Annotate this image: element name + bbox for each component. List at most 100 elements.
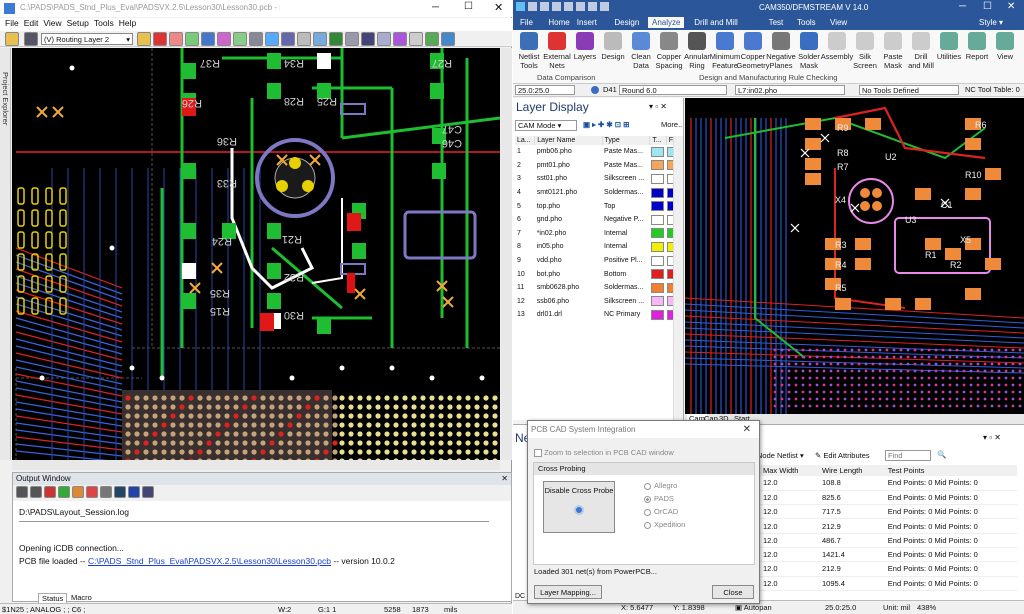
toolbar-icon-8[interactable] xyxy=(248,32,263,46)
minimize-button[interactable]: ─ xyxy=(959,1,966,12)
table-row[interactable]: 12.0 212.9 End Points: 0 Mid Points: 0 xyxy=(759,519,1017,534)
ribbon-btn-external-nets[interactable]: External Nets xyxy=(543,32,571,70)
layer-mapping-button[interactable]: Layer Mapping... xyxy=(534,585,602,599)
ribbon-btn-layers[interactable]: Layers xyxy=(571,32,599,61)
layer-row[interactable]: 7 *in02.pho Internal xyxy=(515,227,683,241)
layer-row[interactable]: 11 smb0628.pho Soldermas... xyxy=(515,281,683,295)
close-dialog-button[interactable]: Close xyxy=(712,585,754,599)
layer-combo[interactable]: L7:in02.pho xyxy=(735,85,845,95)
ribbon-btn-annular-ring[interactable]: Annular Ring xyxy=(683,32,711,70)
tools-combo[interactable]: No Tools Defined xyxy=(859,85,959,95)
layer-row[interactable]: 2 pmt01.pho Paste Mas... xyxy=(515,159,683,173)
minimize-button[interactable]: ─ xyxy=(432,2,439,13)
node-netlist-button[interactable]: Node Netlist ▾ xyxy=(757,451,804,460)
layer-panel-scroll[interactable] xyxy=(673,136,683,420)
tab-design[interactable]: Design xyxy=(610,17,643,28)
file-link[interactable]: C:\PADS_Stnd_Plus_Eval\PADSVX.2.5\Lesson… xyxy=(88,556,331,566)
toolbar-icon-16[interactable] xyxy=(376,32,391,46)
toolbar-icon-19[interactable] xyxy=(424,32,439,46)
forward-icon[interactable] xyxy=(30,486,42,498)
dialog-close-icon[interactable]: ✕ xyxy=(743,421,751,438)
maximize-button[interactable]: ☐ xyxy=(983,1,992,12)
layer-color-cell[interactable] xyxy=(650,254,666,268)
ribbon-btn-minimum-feature[interactable]: Minimum Feature xyxy=(710,32,740,70)
ribbon-btn-copper-spacing[interactable]: Copper Spacing xyxy=(655,32,683,70)
add-layer-icon[interactable]: ▣ ▸ ✚ ✱ ⊡ ⊞ xyxy=(583,120,629,129)
layer-color-cell[interactable] xyxy=(650,281,666,295)
toolbar-icon-3[interactable] xyxy=(168,32,183,46)
tab-tools[interactable]: Tools xyxy=(793,17,820,28)
pads-hscroll[interactable] xyxy=(12,460,500,470)
style-menu[interactable]: Style ▾ xyxy=(979,18,1003,27)
cam-canvas[interactable]: R9R8R7U2X4C1R3R4R5R1R2X5R6R10U3 xyxy=(685,98,1024,414)
layer-row[interactable]: 13 drl01.drl NC Primary xyxy=(515,308,683,322)
undo-icon[interactable] xyxy=(576,2,585,11)
layer-row[interactable]: 12 ssb06.pho Silkscreen ... xyxy=(515,295,683,309)
pads-vscroll[interactable] xyxy=(501,48,512,460)
edit-attributes-button[interactable]: ✎ Edit Attributes xyxy=(815,451,870,460)
save-icon[interactable] xyxy=(552,2,561,11)
table-row[interactable]: 12.0 212.9 End Points: 0 Mid Points: 0 xyxy=(759,562,1017,577)
search-icon[interactable]: 🔍 xyxy=(937,450,946,459)
disable-cross-probe-button[interactable]: Disable Cross Probe xyxy=(543,481,615,533)
toolbar-icon-14[interactable] xyxy=(344,32,359,46)
toolbar-icon-7[interactable] xyxy=(232,32,247,46)
app-icon[interactable] xyxy=(516,2,525,11)
layer-row[interactable]: 8 in05.pho Internal xyxy=(515,240,683,254)
zoom-combo[interactable]: 25.0:25.0 xyxy=(515,85,575,95)
zoom-selection-checkbox[interactable]: Zoom to selection in PCB CAD window xyxy=(534,448,674,458)
autopan-toggle[interactable]: ▣ Autopan xyxy=(735,603,772,612)
menu-item-setup[interactable]: Setup xyxy=(67,18,89,28)
tab-drill-and-mill[interactable]: Drill and Mill xyxy=(690,17,742,28)
toolbar-icon-17[interactable] xyxy=(392,32,407,46)
radio-allegro[interactable]: Allegro xyxy=(644,481,685,494)
table-row[interactable]: 12.0 825.6 End Points: 0 Mid Points: 0 xyxy=(759,490,1017,505)
toolbar-icon-13[interactable] xyxy=(328,32,343,46)
menu-item-help[interactable]: Help xyxy=(119,18,136,28)
dropdown-icon[interactable] xyxy=(600,2,609,11)
radio-orcad[interactable]: OrCAD xyxy=(644,507,685,520)
tab-insert[interactable]: Insert xyxy=(573,17,601,28)
panel-controls[interactable]: ▾ ▫ ✕ xyxy=(649,102,667,111)
tab-view[interactable]: View xyxy=(826,17,851,28)
print-icon[interactable] xyxy=(564,2,573,11)
panel-controls[interactable]: ▾ ▫ ✕ xyxy=(983,433,1001,442)
menu-item-file[interactable]: File xyxy=(5,18,19,28)
open-icon[interactable] xyxy=(540,2,549,11)
layer-row[interactable]: 9 vdd.pho Positive Pl... xyxy=(515,254,683,268)
layer-color-cell[interactable] xyxy=(650,213,666,227)
toolbar-icon-10[interactable] xyxy=(280,32,295,46)
toolbar-icon-12[interactable] xyxy=(312,32,327,46)
redo-icon[interactable] xyxy=(588,2,597,11)
layer-color-cell[interactable] xyxy=(650,186,666,200)
edit-icon[interactable] xyxy=(128,486,140,498)
toolbar-icon-5[interactable] xyxy=(200,32,215,46)
layer-color-cell[interactable] xyxy=(650,227,666,241)
layer-color-cell[interactable] xyxy=(650,240,666,254)
toolbar-icon-20[interactable] xyxy=(440,32,455,46)
toolbar-icon-6[interactable] xyxy=(216,32,231,46)
ribbon-btn-negative-planes[interactable]: Negative Planes xyxy=(766,32,796,70)
clear-icon[interactable] xyxy=(86,486,98,498)
toolbar-icon-2[interactable] xyxy=(152,32,167,46)
close-button[interactable]: ✕ xyxy=(1007,1,1015,12)
ribbon-btn-assembly[interactable]: Assembly xyxy=(821,32,853,61)
find-icon[interactable] xyxy=(114,486,126,498)
layer-row[interactable]: 4 smt0121.pho Soldermas... xyxy=(515,186,683,200)
back-icon[interactable] xyxy=(16,486,28,498)
table-row[interactable]: 12.0 108.8 End Points: 0 Mid Points: 0 xyxy=(759,476,1017,491)
tab-analyze[interactable]: Analyze xyxy=(648,17,685,28)
layer-color-cell[interactable] xyxy=(650,267,666,281)
toolbar-icon-9[interactable] xyxy=(264,32,279,46)
menu-item-edit[interactable]: Edit xyxy=(24,18,39,28)
ribbon-btn-view[interactable]: View xyxy=(991,32,1019,61)
close-button[interactable]: ✕ xyxy=(494,1,503,14)
toolbar-icon-1[interactable] xyxy=(136,32,151,46)
stop-icon[interactable] xyxy=(44,486,56,498)
table-row[interactable]: 12.0 717.5 End Points: 0 Mid Points: 0 xyxy=(759,505,1017,519)
toolbar-icon-4[interactable] xyxy=(184,32,199,46)
menu-item-tools[interactable]: Tools xyxy=(94,18,114,28)
aperture-combo[interactable]: Round 6.0 xyxy=(619,85,727,95)
toolbar-icon-18[interactable] xyxy=(408,32,423,46)
layer-row[interactable]: 10 bot.pho Bottom xyxy=(515,267,683,281)
